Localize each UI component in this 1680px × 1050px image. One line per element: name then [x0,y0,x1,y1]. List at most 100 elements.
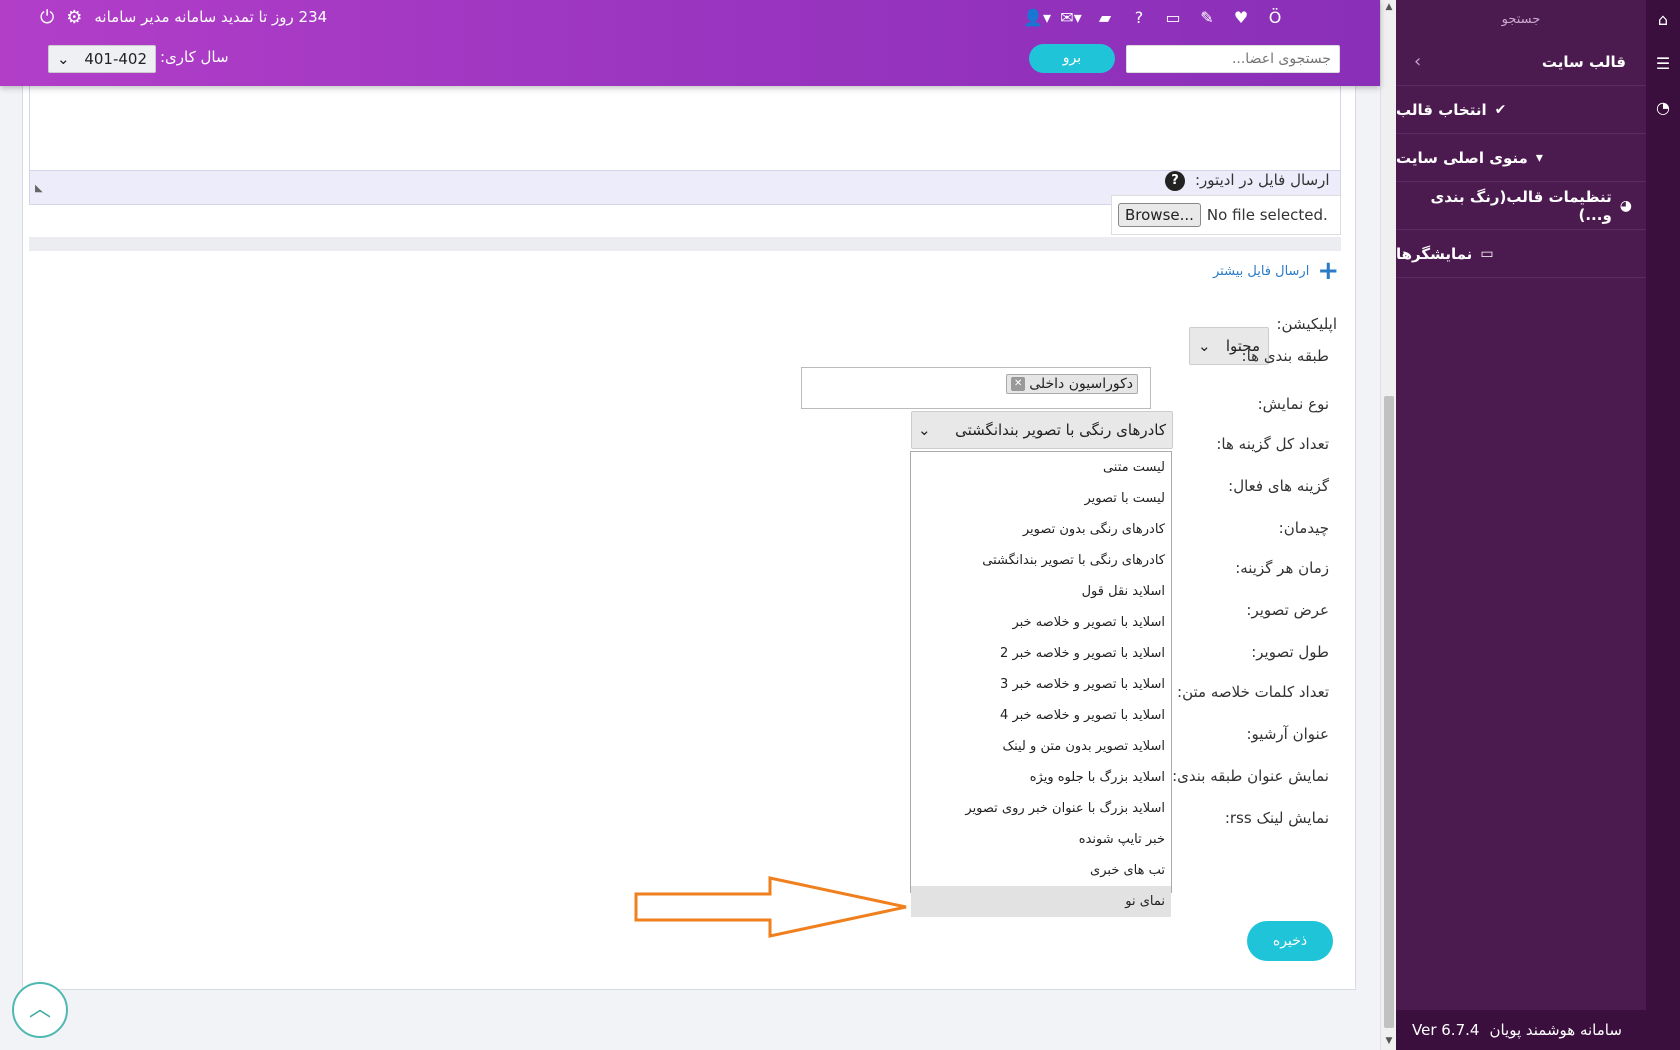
sidebar: جستجو ‹ قالب سایت ✔ انتخاب قالب ▾ منوی ا… [1396,0,1646,1050]
dropdown-option[interactable]: اسلاید با تصویر و خلاصه خبر [911,607,1171,638]
scroll-up-icon[interactable]: ▲ [1381,2,1397,12]
caret-square-icon: ▾ [1535,149,1543,166]
dropdown-option[interactable]: کادرهای رنگی بدون تصویر [911,514,1171,545]
resize-grip-icon[interactable]: ◣ [35,183,43,194]
dropdown-option[interactable]: اسلاید نقل قول [911,576,1171,607]
file-input[interactable]: Browse... No file selected. [1111,195,1341,235]
category-tag: دکوراسیون داخلی ✕ [1006,374,1138,394]
question-icon[interactable]: ? [1165,171,1185,191]
palette-icon: ◕ [1619,197,1632,214]
file-status: No file selected. [1206,206,1328,224]
chevron-down-icon: ⌄ [918,421,931,439]
scroll-down-icon[interactable]: ▼ [1381,1036,1397,1046]
home-icon[interactable]: ⌂ [1646,10,1680,29]
dropdown-option-highlighted[interactable]: نمای نو [911,886,1171,917]
dropdown-option[interactable]: تب های خبری [911,855,1171,886]
display-type-value: کادرهای رنگی با تصویر بندانگشتی [955,421,1166,439]
dropdown-option[interactable]: اسلاید با تصویر و خلاصه خبر 3 [911,669,1171,700]
help-icon[interactable]: ? [1122,6,1156,30]
renewal-area: ⏻ ⚙ 234 روز تا تمدید سامانه مدیر سامانه [40,4,327,30]
page-scrollbar[interactable]: ▲ ▼ [1380,0,1396,1050]
remove-tag-icon[interactable]: ✕ [1011,377,1026,391]
edit-icon[interactable]: ✎ [1190,6,1224,30]
dropdown-option[interactable]: اسلاید تصویر بدون متن و لینک [911,731,1171,762]
dropdown-option[interactable]: اسلاید بزرگ با جلوه ویژه [911,762,1171,793]
sidebar-item-template-settings[interactable]: ◕ تنظیمات قالب(رنگ بندی و...) [1396,182,1646,230]
sidebar-item-label: انتخاب قالب [1396,100,1487,119]
arrow-shape [634,876,907,938]
categories-input[interactable]: دکوراسیون داخلی ✕ [801,367,1151,409]
sidebar-header[interactable]: ‹ قالب سایت [1396,38,1646,86]
archive-title-label: عنوان آرشیو: [1246,725,1330,743]
check-circle-icon: ✔ [1494,101,1507,118]
summary-words-label: تعداد کلمات خلاصه متن: [1177,683,1329,701]
item-time-label: زمان هر گزینه: [1235,559,1329,577]
image-height-label: طول تصویر: [1251,643,1329,661]
power-icon[interactable]: ⏻ [40,7,54,28]
ticket-icon[interactable]: ▭ [1156,6,1190,30]
display-type-label: نوع نمایش: [1257,395,1329,413]
dashboard-icon[interactable]: ◔ [1646,98,1680,117]
sidebar-item-label: تنظیمات قالب(رنگ بندی و...) [1430,187,1612,224]
go-button[interactable]: برو [1029,44,1115,73]
year-label: سال کاری: [160,48,229,66]
system-name: سامانه هوشمند پویان [1489,1021,1622,1039]
award-icon[interactable]: Ö [1258,6,1292,30]
toolbar-icons: 👤▾ ✉▾ ▰ ? ▭ ✎ ♥ Ö [1020,6,1292,30]
sidebar-item-main-menu[interactable]: ▾ منوی اصلی سایت [1396,134,1646,182]
categories-label: طبقه بندی ها: [1241,347,1329,365]
active-items-label: گزینه های فعال: [1228,477,1329,495]
chevron-left-icon: ‹ [1414,51,1422,72]
category-tag-label: دکوراسیون داخلی [1029,376,1133,392]
year-value: 401-402 [84,50,147,68]
dropdown-option[interactable]: لیست با تصویر [911,483,1171,514]
browse-button[interactable]: Browse... [1118,203,1201,227]
add-more-label: ارسال فایل بیشتر [1213,263,1310,279]
gears-icon[interactable]: ⚙ [66,7,82,28]
dropdown-option[interactable]: اسلاید با تصویر و خلاصه خبر 4 [911,700,1171,731]
monitor-icon: ▭ [1480,245,1494,262]
orange-arrow-annotation [634,876,907,938]
dropdown-option[interactable]: کادرهای رنگی با تصویر بندانگشتی [911,545,1171,576]
year-select[interactable]: ⌄ 401-402 [48,45,156,73]
mail-icon[interactable]: ✉▾ [1054,6,1088,30]
editor-area[interactable]: ◣ [29,85,1341,205]
sidebar-item-label: منوی اصلی سایت [1396,148,1528,167]
chevron-down-icon: ⌄ [1198,337,1211,355]
heartbeat-icon[interactable]: ♥ [1224,6,1258,30]
dropdown-option[interactable]: اسلاید بزرگ با عنوان خبر روی تصویر [911,793,1171,824]
icon-bar: ⌂ ☰ ◔ ⏻ [1646,0,1680,1050]
user-add-icon[interactable]: 👤▾ [1020,6,1054,30]
main-content: ◣ ارسال فایل در ادیتور: ? Browse... No f… [22,70,1356,990]
sidebar-item-label: نمایشگرها [1396,244,1473,263]
chevron-down-icon: ⌄ [57,50,70,68]
application-label: اپلیکیشن: [1276,315,1338,333]
dropdown-option[interactable]: لیست متنی [911,452,1171,483]
sidebar-footer: Ver 6.7.4 سامانه هوشمند پویان [1396,1010,1680,1050]
total-items-label: تعداد کل گزینه ها: [1216,435,1329,453]
add-more-files-link[interactable]: + ارسال فایل بیشتر [1213,256,1340,286]
renewal-text: 234 روز تا تمدید سامانه مدیر سامانه [94,8,328,26]
divider [29,237,1341,251]
scroll-to-top-button[interactable]: ︿ [12,982,68,1038]
sidebar-search[interactable]: جستجو [1396,0,1646,38]
show-category-title-label: نمایش عنوان طبقه بندی: [1172,767,1329,785]
display-type-dropdown: لیست متنی لیست با تصویر کادرهای رنگی بدو… [910,451,1172,917]
version-label: Ver 6.7.4 [1412,1021,1480,1039]
member-search-input[interactable] [1126,45,1340,73]
display-type-select[interactable]: ⌄ کادرهای رنگی با تصویر بندانگشتی [911,411,1173,449]
image-width-label: عرض تصویر: [1246,601,1329,619]
scrollbar-thumb[interactable] [1384,396,1394,1028]
layout-label: چیدمان: [1278,519,1329,537]
dropdown-option[interactable]: اسلاید با تصویر و خلاصه خبر 2 [911,638,1171,669]
sidebar-item-displays[interactable]: ▭ نمایشگرها [1396,230,1646,278]
sidebar-header-title: قالب سایت [1541,52,1626,71]
menu-icon[interactable]: ☰ [1646,54,1680,73]
plus-icon: + [1317,256,1340,286]
sidebar-item-select-template[interactable]: ✔ انتخاب قالب [1396,86,1646,134]
top-bar: ⏻ ⚙ 234 روز تا تمدید سامانه مدیر سامانه … [0,0,1380,86]
save-button[interactable]: ذخیره [1247,921,1333,961]
folder-icon[interactable]: ▰ [1088,6,1122,30]
dropdown-option[interactable]: خبر تایپ شونده [911,824,1171,855]
file-upload-label: ارسال فایل در ادیتور: [1195,171,1330,189]
